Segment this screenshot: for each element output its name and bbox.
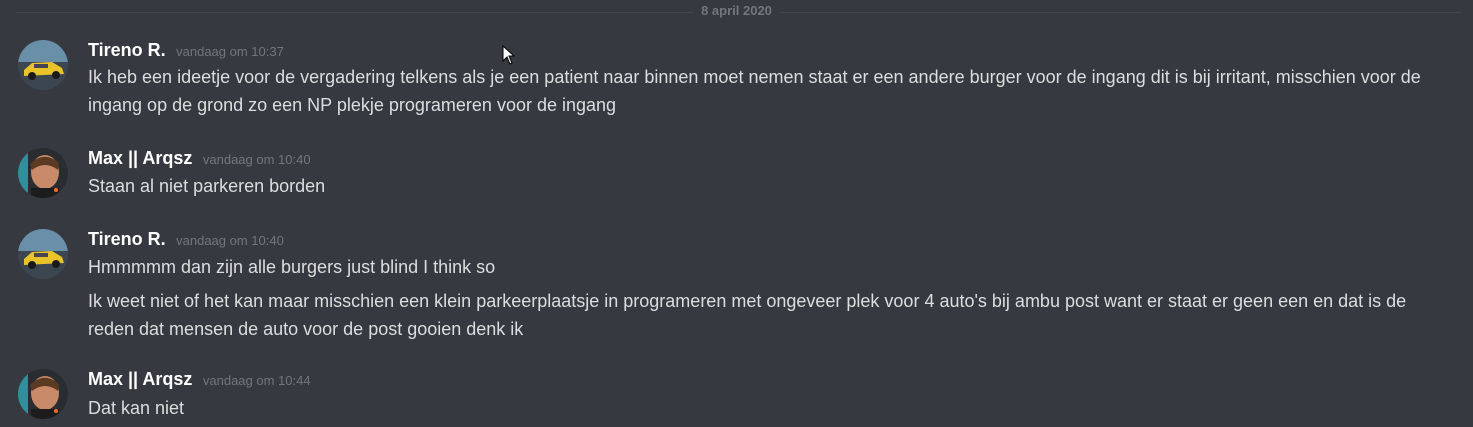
message-text: Ik heb een ideetje voor de vergadering t… <box>88 67 1421 115</box>
mouse-cursor-icon <box>502 45 516 65</box>
car-avatar-icon <box>18 40 68 90</box>
timestamp[interactable]: vandaag om 10:37 <box>176 44 284 59</box>
person-avatar-icon <box>18 369 68 419</box>
chat-messages: 8 april 2020 Tireno R. vandaag om 10:37 … <box>0 0 1473 427</box>
avatar[interactable] <box>18 148 68 198</box>
username[interactable]: Tireno R. <box>88 229 166 249</box>
avatar[interactable] <box>18 40 68 90</box>
timestamp[interactable]: vandaag om 10:44 <box>203 373 311 388</box>
message-text: Staan al niet parkeren borden <box>88 176 326 196</box>
username[interactable]: Max || Arqsz <box>88 369 192 389</box>
avatar[interactable] <box>18 369 68 419</box>
username[interactable]: Tireno R. <box>88 40 166 60</box>
timestamp[interactable]: vandaag om 10:40 <box>203 152 311 167</box>
date-divider-text: 8 april 2020 <box>693 3 780 18</box>
message-text: Hmmmmm dan zijn alle burgers just blind … <box>88 257 496 277</box>
message-header: Tireno R. vandaag om 10:40 <box>88 229 284 250</box>
message-text: Dat kan niet <box>88 398 185 418</box>
message-header: Max || Arqsz vandaag om 10:40 <box>88 148 311 169</box>
username[interactable]: Max || Arqsz <box>88 148 192 168</box>
timestamp[interactable]: vandaag om 10:40 <box>176 233 284 248</box>
car-avatar-icon <box>18 229 68 279</box>
message-header: Max || Arqsz vandaag om 10:44 <box>88 369 311 390</box>
message-text: Ik weet niet of het kan maar misschien e… <box>88 291 1407 339</box>
avatar[interactable] <box>18 229 68 279</box>
date-divider-label: 8 april 2020 <box>0 3 1473 18</box>
message-header: Tireno R. vandaag om 10:37 <box>88 40 284 61</box>
person-avatar-icon <box>18 148 68 198</box>
